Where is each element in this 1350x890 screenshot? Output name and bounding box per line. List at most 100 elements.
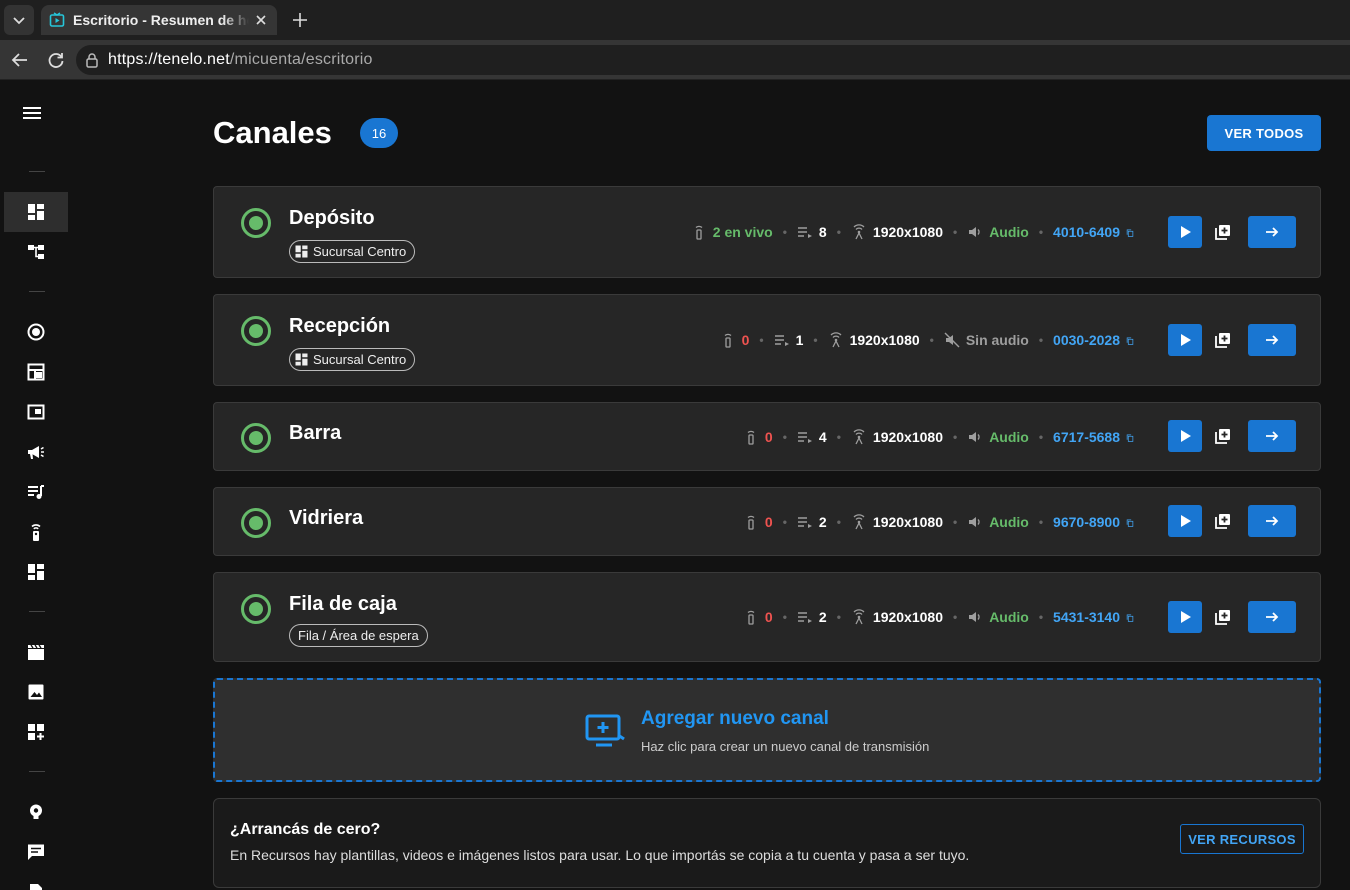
add-to-queue-button[interactable]: [1212, 510, 1234, 532]
channel-code-value: 5431-3140: [1053, 609, 1120, 625]
browser-tab-bar: Escritorio - Resumen de herramientas: [0, 0, 1350, 40]
play-button[interactable]: [1168, 324, 1202, 356]
play-icon: [1181, 611, 1191, 623]
back-button[interactable]: [8, 48, 32, 72]
hierarchy-icon: [28, 245, 44, 259]
play-button[interactable]: [1168, 420, 1202, 452]
queue-icon: [797, 432, 812, 443]
channel-card[interactable]: Depósito Sucursal Centro 2 en vivo • 8 •…: [213, 186, 1321, 278]
url-bar[interactable]: https://tenelo.net/micuenta/escritorio: [76, 45, 1350, 75]
copy-icon[interactable]: [1126, 430, 1140, 444]
reload-icon: [48, 53, 64, 68]
copy-icon[interactable]: [1126, 515, 1140, 529]
live-stat: 2 en vivo: [691, 224, 773, 240]
channel-code[interactable]: 9670-8900: [1053, 514, 1140, 530]
add-to-queue-button[interactable]: [1212, 329, 1234, 351]
open-channel-button[interactable]: [1248, 216, 1296, 248]
resolution-stat: 1920x1080: [828, 332, 920, 348]
live-count: 2 en vivo: [712, 224, 773, 240]
open-channel-button[interactable]: [1248, 324, 1296, 356]
remote-control-icon: [747, 610, 755, 625]
clapperboard-icon: [28, 644, 44, 660]
channel-name: Barra: [289, 422, 342, 444]
live-count: 0: [764, 609, 773, 625]
copy-icon[interactable]: [1126, 610, 1140, 624]
open-channel-button[interactable]: [1248, 505, 1296, 537]
channel-card[interactable]: Fila de caja Fila / Área de espera 0 • 2…: [213, 572, 1321, 662]
plus-icon: [293, 13, 307, 27]
play-button[interactable]: [1168, 216, 1202, 248]
channel-card[interactable]: Barra 0 • 4 • 1920x1080 • Audio • 6717-5…: [213, 402, 1321, 471]
channel-code[interactable]: 0030-2028: [1053, 332, 1140, 348]
queue-count: 4: [818, 429, 827, 445]
channel-card[interactable]: Vidriera 0 • 2 • 1920x1080 • Audio • 967…: [213, 487, 1321, 556]
sidebar-item-messages[interactable]: [4, 832, 68, 872]
sidebar-item-screens[interactable]: [4, 392, 68, 432]
sidebar-item-channels[interactable]: [4, 312, 68, 352]
sidebar-item-widgets[interactable]: [4, 552, 68, 592]
main-content: Canales 16 VER TODOS Depósito Sucursal C…: [72, 81, 1350, 890]
channel-tag[interactable]: Sucursal Centro: [289, 240, 416, 263]
chevron-down-icon: [13, 17, 25, 25]
channel-count-badge: 16: [360, 118, 398, 148]
open-channel-button[interactable]: [1248, 420, 1296, 452]
remote-control-icon: [31, 524, 41, 541]
sidebar-divider: [29, 171, 45, 172]
new-tab-button[interactable]: [288, 8, 312, 32]
favicon-icon: [49, 12, 65, 28]
sidebar-item-images[interactable]: [4, 672, 68, 712]
sidebar-item-layouts[interactable]: [4, 352, 68, 392]
copy-icon[interactable]: [1126, 333, 1140, 347]
picture-in-picture-icon: [27, 404, 45, 420]
channel-tag[interactable]: Sucursal Centro: [289, 348, 416, 371]
browser-tab-title: Escritorio - Resumen de herramientas: [73, 12, 249, 28]
channel-code[interactable]: 4010-6409: [1053, 224, 1140, 240]
sidebar-item-remote[interactable]: [4, 512, 68, 552]
volume-off-icon: [944, 332, 960, 348]
ver-recursos-button[interactable]: VER RECURSOS: [1180, 824, 1304, 854]
menu-button[interactable]: [20, 101, 44, 125]
play-button[interactable]: [1168, 601, 1202, 633]
add-to-queue-button[interactable]: [1212, 221, 1234, 243]
arrow-right-icon: [1266, 612, 1279, 622]
channel-stats: 0 • 2 • 1920x1080 • Audio • 5431-3140: [743, 607, 1140, 627]
channel-tag[interactable]: Fila / Área de espera: [289, 624, 428, 647]
sidebar: [0, 81, 72, 890]
sidebar-item-dashboard[interactable]: [4, 192, 68, 232]
browser-nav-bar: https://tenelo.net/micuenta/escritorio: [0, 40, 1350, 80]
ver-todos-button[interactable]: VER TODOS: [1207, 115, 1321, 151]
sidebar-item-playlists[interactable]: [4, 472, 68, 512]
add-to-queue-button[interactable]: [1212, 606, 1234, 628]
reload-button[interactable]: [44, 48, 68, 72]
channel-code[interactable]: 5431-3140: [1053, 609, 1140, 625]
queue-count: 8: [818, 224, 827, 240]
channel-code-value: 0030-2028: [1053, 332, 1120, 348]
arrow-right-icon: [1266, 335, 1279, 345]
channel-code[interactable]: 6717-5688: [1053, 429, 1140, 445]
sidebar-item-ideas[interactable]: [4, 792, 68, 832]
add-to-queue-button[interactable]: [1212, 425, 1234, 447]
tab-list-button[interactable]: [4, 5, 34, 35]
sidebar-item-videos[interactable]: [4, 632, 68, 672]
play-button[interactable]: [1168, 505, 1202, 537]
copy-icon[interactable]: [1126, 225, 1140, 239]
queue-count: 2: [818, 514, 827, 530]
queue-stat: 8: [797, 224, 827, 240]
channel-card[interactable]: Recepción Sucursal Centro 0 • 1 • 1920x1…: [213, 294, 1321, 386]
status-online-icon: [241, 208, 271, 238]
status-online-icon: [241, 316, 271, 346]
close-icon[interactable]: [253, 12, 269, 28]
sidebar-item-hierarchy[interactable]: [4, 232, 68, 272]
resolution-stat: 1920x1080: [851, 224, 943, 240]
sidebar-item-add-widget[interactable]: [4, 712, 68, 752]
remote-control-icon: [747, 430, 755, 445]
audio-stat: Audio: [967, 514, 1029, 530]
add-channel-card[interactable]: Agregar nuevo canal Haz clic para crear …: [213, 678, 1321, 782]
channel-name: Vidriera: [289, 507, 364, 529]
sidebar-item-announcements[interactable]: [4, 432, 68, 472]
sidebar-item-docs[interactable]: [4, 872, 68, 890]
browser-tab-active[interactable]: Escritorio - Resumen de herramientas: [41, 5, 277, 35]
play-icon: [1181, 430, 1191, 442]
open-channel-button[interactable]: [1248, 601, 1296, 633]
arrow-right-icon: [1266, 227, 1279, 237]
